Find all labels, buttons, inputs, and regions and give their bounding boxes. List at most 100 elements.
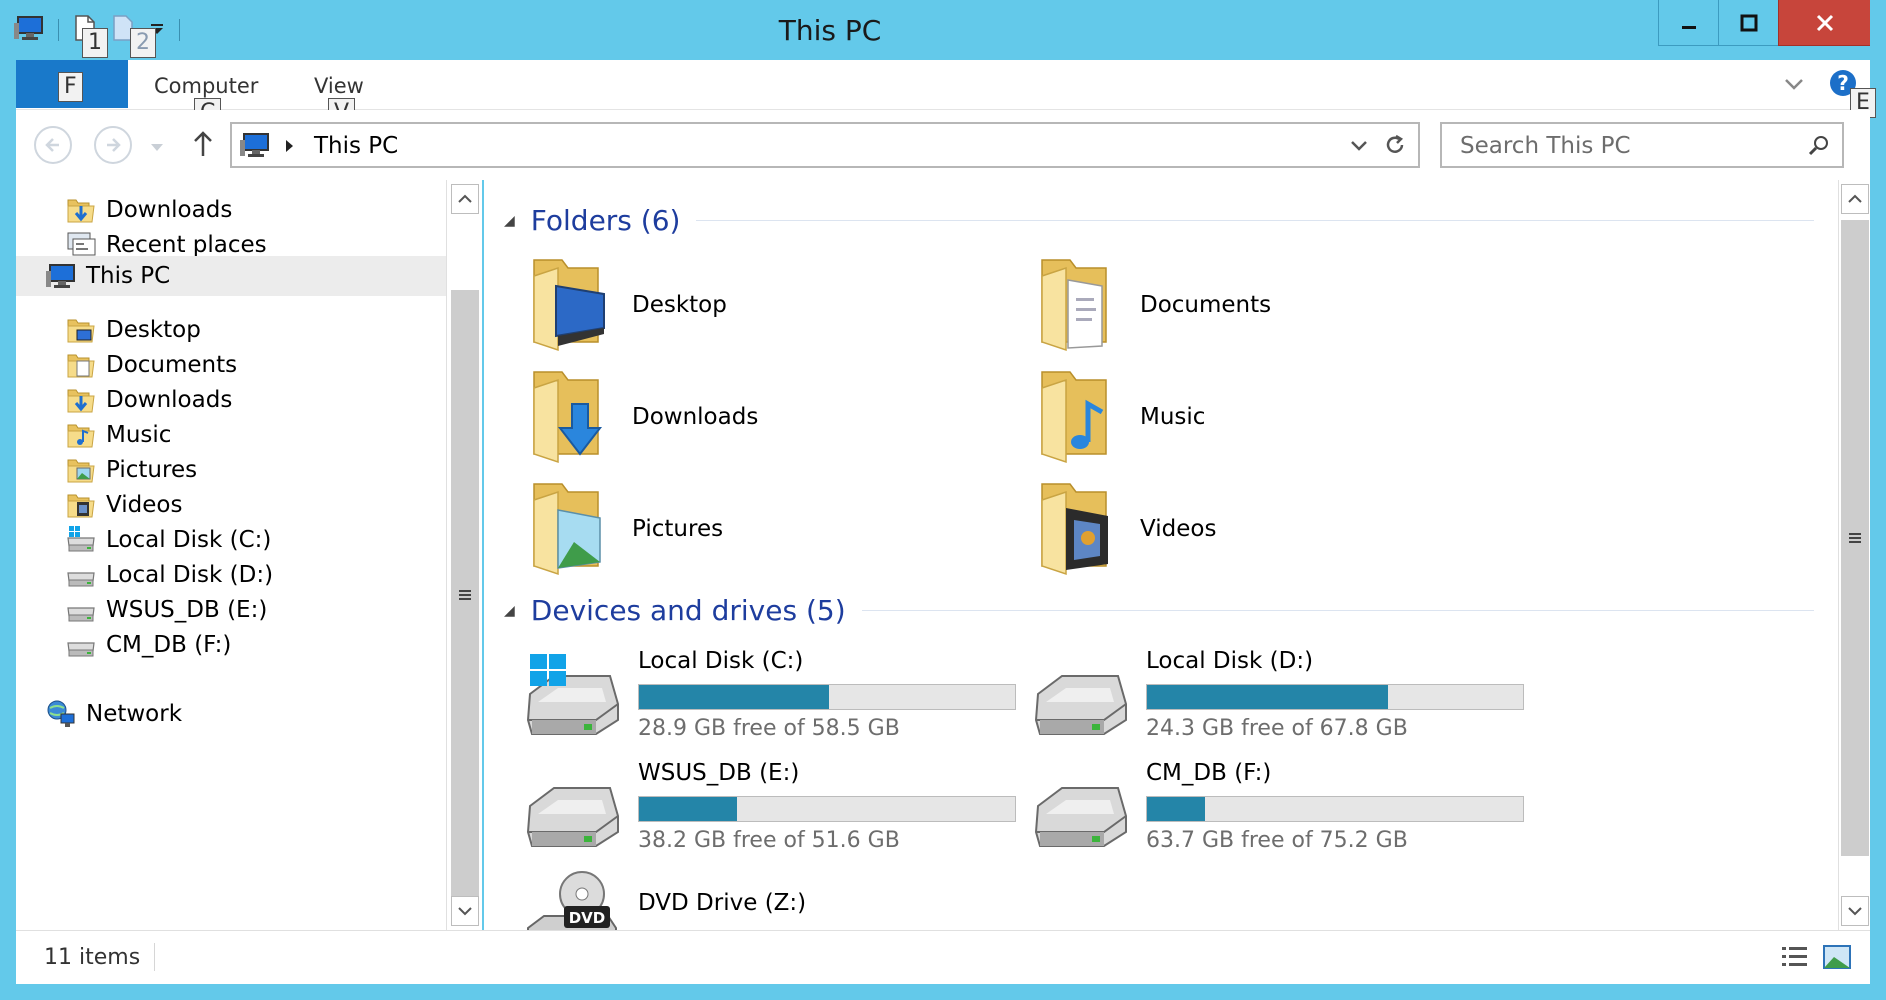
scroll-thumb[interactable] (1841, 220, 1869, 856)
expand-ribbon-icon[interactable] (1784, 76, 1804, 95)
desktop-folder-icon (64, 314, 98, 346)
recent-locations-icon[interactable] (150, 138, 164, 157)
folder-name: Downloads (632, 404, 759, 430)
forward-button[interactable] (94, 126, 132, 164)
status-bar: 11 items (16, 930, 1870, 984)
up-arrow-icon[interactable] (192, 130, 214, 162)
drive-tile-dvd[interactable]: DVD DVD Drive (Z:) (524, 870, 806, 930)
close-icon (1816, 14, 1833, 31)
drive-tile-d[interactable]: Local Disk (D:) 24.3 GB free of 67.8 GB (1032, 646, 1532, 746)
drive-tile-e[interactable]: WSUS_DB (E:) 38.2 GB free of 51.6 GB (524, 758, 1024, 858)
folder-tile-downloads[interactable]: Downloads (528, 368, 758, 466)
drive-icon (64, 559, 98, 591)
nav-item-label: Videos (106, 492, 183, 518)
nav-item-wsus-db[interactable]: WSUS_DB (E:) (16, 590, 446, 630)
nav-item-label: Downloads (106, 387, 233, 413)
chevron-down-icon (458, 907, 472, 916)
scroll-up-button[interactable] (1841, 184, 1869, 214)
nav-item-desktop[interactable]: Desktop (16, 310, 446, 350)
nav-item-label: Recent places (106, 232, 267, 258)
folders-group-header[interactable]: ◢ Folders (6) (504, 204, 1814, 237)
nav-item-pictures[interactable]: Pictures (16, 450, 446, 490)
nav-item-quick-downloads[interactable]: Downloads (16, 190, 446, 230)
scroll-down-button[interactable] (451, 896, 479, 926)
breadcrumb-chevron-icon[interactable] (284, 138, 294, 157)
minimize-button[interactable] (1658, 0, 1718, 46)
nav-item-videos[interactable]: Videos (16, 485, 446, 525)
nav-item-label: Local Disk (D:) (106, 562, 274, 588)
drive-icon (64, 629, 98, 661)
system-drive-icon (524, 654, 620, 740)
key-tip-file: F (58, 72, 83, 102)
downloads-folder-icon (528, 368, 618, 466)
nav-item-label: WSUS_DB (E:) (106, 597, 268, 623)
search-input[interactable]: Search This PC (1460, 133, 1631, 159)
navigation-pane: Downloads Recent places This PC Desktop … (16, 180, 446, 930)
nav-item-label: Downloads (106, 197, 233, 223)
folder-tile-documents[interactable]: Documents (1036, 256, 1271, 354)
scroll-down-button[interactable] (1841, 896, 1869, 926)
drive-usage-fill (639, 685, 830, 709)
details-view-button[interactable] (1780, 943, 1810, 971)
drive-usage-fill (639, 797, 737, 821)
folder-tile-music[interactable]: Music (1036, 368, 1205, 466)
group-title: Folders (6) (530, 204, 681, 237)
nav-item-label: CM_DB (F:) (106, 632, 232, 658)
group-divider (696, 220, 1814, 221)
scroll-thumb[interactable] (451, 290, 479, 900)
maximize-icon (1740, 14, 1757, 31)
pictures-folder-icon (64, 454, 98, 486)
folder-tile-videos[interactable]: Videos (1036, 480, 1216, 578)
tab-view[interactable]: View (314, 74, 364, 98)
address-bar[interactable]: This PC (230, 122, 1420, 168)
folder-tile-pictures[interactable]: Pictures (528, 480, 723, 578)
tab-computer[interactable]: Computer (154, 74, 258, 98)
nav-item-label: Documents (106, 352, 238, 378)
drive-icon (1032, 654, 1128, 740)
address-dropdown-icon[interactable] (1350, 138, 1368, 157)
collapse-triangle-icon[interactable]: ◢ (504, 213, 515, 229)
refresh-icon[interactable] (1384, 134, 1406, 160)
group-title: Devices and drives (5) (530, 594, 846, 627)
folder-name: Pictures (632, 516, 724, 542)
drives-group-header[interactable]: ◢ Devices and drives (5) (504, 594, 1814, 627)
key-tip-1: 1 (82, 28, 108, 58)
nav-item-this-pc[interactable]: This PC (16, 256, 446, 296)
nav-item-network[interactable]: Network (16, 694, 446, 734)
nav-item-local-disk-d[interactable]: Local Disk (D:) (16, 555, 446, 595)
scroll-up-button[interactable] (451, 184, 479, 214)
drive-free-space: 38.2 GB free of 51.6 GB (638, 828, 900, 853)
drive-free-space: 28.9 GB free of 58.5 GB (638, 716, 900, 741)
network-icon (44, 698, 78, 730)
maximize-button[interactable] (1718, 0, 1778, 46)
drive-icon (64, 594, 98, 626)
nav-item-music[interactable]: Music (16, 415, 446, 455)
drive-tile-f[interactable]: CM_DB (F:) 63.7 GB free of 75.2 GB (1032, 758, 1532, 858)
large-icons-view-button[interactable] (1822, 943, 1852, 971)
content-pane-scrollbar[interactable] (1838, 180, 1870, 930)
window-controls (1658, 0, 1870, 46)
svg-text:?: ? (1837, 71, 1849, 95)
close-button[interactable] (1778, 0, 1870, 46)
folder-name: Documents (1140, 292, 1272, 318)
drive-tile-c[interactable]: Local Disk (C:) 28.9 GB free of 58.5 GB (524, 646, 1024, 746)
forward-arrow-icon (107, 138, 121, 152)
drive-name: Local Disk (D:) (1146, 648, 1314, 674)
details-view-icon (1782, 947, 1807, 966)
music-folder-icon (64, 419, 98, 451)
nav-item-documents[interactable]: Documents (16, 345, 446, 385)
search-icon[interactable] (1808, 134, 1830, 160)
back-button[interactable] (34, 126, 72, 164)
navigation-pane-scrollbar[interactable] (446, 180, 482, 930)
chevron-up-icon (458, 194, 472, 203)
collapse-triangle-icon[interactable]: ◢ (504, 603, 515, 619)
folder-tile-desktop[interactable]: Desktop (528, 256, 727, 354)
drive-name: WSUS_DB (E:) (638, 760, 800, 786)
nav-item-label: Desktop (106, 317, 201, 343)
nav-item-local-disk-c[interactable]: Local Disk (C:) (16, 520, 446, 560)
nav-item-downloads[interactable]: Downloads (16, 380, 446, 420)
music-folder-icon (1036, 368, 1126, 466)
address-path[interactable]: This PC (314, 133, 398, 159)
search-box[interactable]: Search This PC (1440, 122, 1844, 168)
nav-item-cm-db[interactable]: CM_DB (F:) (16, 625, 446, 665)
